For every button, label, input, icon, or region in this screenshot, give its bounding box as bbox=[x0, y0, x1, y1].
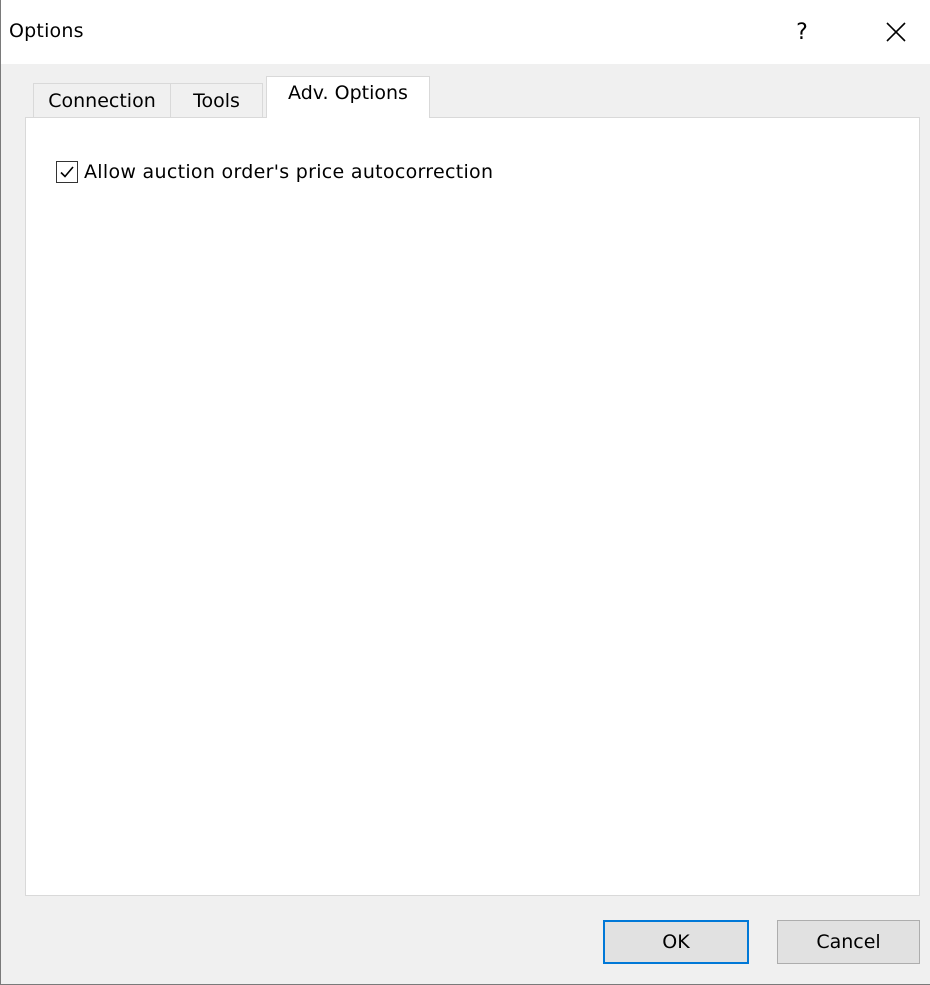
window-title: Options bbox=[9, 20, 84, 42]
tab-connection[interactable]: Connection bbox=[33, 83, 171, 117]
adv-options-panel: Allow auction order's price autocorrecti… bbox=[25, 117, 920, 896]
title-bar: Options ? bbox=[1, 0, 930, 64]
autocorrection-option[interactable]: Allow auction order's price autocorrecti… bbox=[56, 161, 493, 183]
autocorrection-checkbox[interactable] bbox=[56, 161, 78, 183]
options-dialog: Options ? Connection Tools Adv. Options … bbox=[0, 0, 930, 985]
close-button[interactable] bbox=[861, 6, 930, 58]
tab-strip: Connection Tools Adv. Options bbox=[25, 76, 920, 118]
ok-button[interactable]: OK bbox=[603, 920, 749, 964]
cancel-button[interactable]: Cancel bbox=[777, 920, 920, 964]
checkmark-icon bbox=[60, 166, 74, 178]
close-icon bbox=[886, 22, 906, 42]
tab-tools[interactable]: Tools bbox=[170, 83, 263, 117]
help-button[interactable]: ? bbox=[773, 6, 831, 58]
tab-adv-options[interactable]: Adv. Options bbox=[266, 76, 430, 118]
autocorrection-label: Allow auction order's price autocorrecti… bbox=[84, 161, 494, 183]
